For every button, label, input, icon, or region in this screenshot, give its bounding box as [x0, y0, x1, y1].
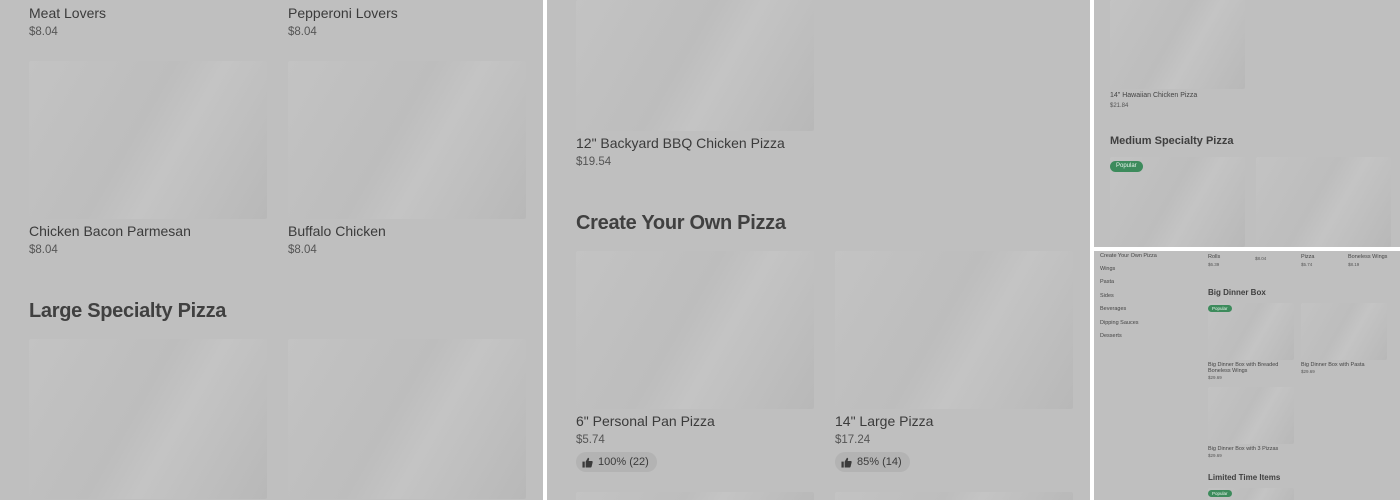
menu-item-image[interactable] — [29, 339, 267, 499]
thumbs-up-icon — [582, 457, 593, 468]
big-dinner-box-pasta-image[interactable] — [1301, 303, 1387, 360]
item-name[interactable]: 12" Backyard BBQ Chicken Pizza — [576, 135, 785, 151]
item-price: $8.04 — [29, 26, 58, 38]
item-name[interactable]: Boneless Wings — [1348, 254, 1387, 260]
item-name[interactable]: Rolls — [1208, 254, 1220, 260]
menu-item-image[interactable] — [835, 492, 1073, 500]
bbq-chicken-pizza-image[interactable] — [576, 0, 814, 131]
item-price: $19.54 — [576, 156, 612, 168]
menu-item-image[interactable] — [288, 339, 526, 499]
item-price: $21.84 — [1110, 103, 1129, 109]
item-price: $29.69 — [1301, 369, 1315, 374]
item-name[interactable]: Chicken Bacon Parmesan — [29, 223, 191, 239]
item-price: $8.04 — [288, 26, 317, 38]
item-name[interactable]: Big Dinner Box with Pasta — [1301, 362, 1365, 368]
sidebar-item-desserts[interactable]: Desserts — [1100, 333, 1122, 339]
menu-panel-middle: 12" Backyard BBQ Chicken Pizza $19.54 Cr… — [547, 0, 1090, 500]
rating-text: 85% (14) — [857, 456, 902, 468]
rating-pill: 85% (14) — [835, 452, 910, 472]
item-name[interactable]: 6" Personal Pan Pizza — [576, 413, 715, 429]
popular-badge: Popular — [1208, 305, 1232, 312]
sidebar-item-dipping-sauces[interactable]: Dipping Sauces — [1100, 320, 1139, 326]
section-title: Create Your Own Pizza — [576, 212, 786, 234]
item-price: $8.04 — [288, 244, 317, 256]
big-dinner-box-3-pizzas-image[interactable] — [1208, 387, 1294, 444]
section-title: Big Dinner Box — [1208, 288, 1266, 297]
item-price: $29.69 — [1208, 453, 1222, 458]
section-title: Limited Time Items — [1208, 473, 1281, 482]
item-name[interactable]: 14" Hawaiian Chicken Pizza — [1110, 92, 1197, 99]
section-title: Large Specialty Pizza — [29, 300, 227, 322]
item-name[interactable]: Buffalo Chicken — [288, 223, 386, 239]
item-price: $5.74 — [1301, 262, 1313, 267]
item-name[interactable]: Pizza — [1301, 254, 1314, 260]
popular-badge: Popular — [1208, 490, 1232, 497]
item-price: $6.39 — [1208, 262, 1220, 267]
sidebar-item-wings[interactable]: Wings — [1100, 266, 1115, 272]
sidebar-item-pasta[interactable]: Pasta — [1100, 279, 1114, 285]
chicken-bacon-parmesan-image[interactable] — [29, 61, 267, 219]
item-name[interactable]: Meat Lovers — [29, 5, 106, 21]
item-price: $5.74 — [576, 434, 605, 446]
menu-panel-top-right: 14" Hawaiian Chicken Pizza $21.84 Medium… — [1094, 0, 1400, 247]
section-title: Medium Specialty Pizza — [1110, 135, 1234, 147]
rating-text: 100% (22) — [598, 456, 649, 468]
sidebar-item-sides[interactable]: Sides — [1100, 293, 1114, 299]
item-price: $8.19 — [1348, 262, 1360, 267]
menu-panel-left: Meat Lovers $8.04 Pepperoni Lovers $8.04… — [0, 0, 543, 500]
item-price: $17.24 — [835, 434, 871, 446]
item-price: $8.04 — [1255, 256, 1267, 261]
thumbs-up-icon — [841, 457, 852, 468]
sidebar-item-beverages[interactable]: Beverages — [1100, 306, 1126, 312]
buffalo-chicken-image[interactable] — [288, 61, 526, 219]
popular-badge: Popular — [1110, 161, 1143, 172]
personal-pan-pizza-image[interactable] — [576, 251, 814, 409]
item-name-line2[interactable]: Boneless Wings — [1208, 368, 1247, 374]
item-price: $8.04 — [29, 244, 58, 256]
sidebar-item-create-your-own-pizza[interactable]: Create Your Own Pizza — [1100, 253, 1157, 259]
menu-item-image[interactable] — [1256, 157, 1391, 247]
item-name[interactable]: Pepperoni Lovers — [288, 5, 398, 21]
item-price: $29.69 — [1208, 375, 1222, 380]
menu-panel-bottom-right: Create Your Own Pizza Wings Pasta Sides … — [1094, 251, 1400, 500]
item-name[interactable]: Big Dinner Box with 3 Pizzas — [1208, 446, 1278, 452]
hawaiian-chicken-pizza-image[interactable] — [1110, 0, 1245, 89]
large-pizza-image[interactable] — [835, 251, 1073, 409]
menu-item-image[interactable] — [576, 492, 814, 500]
rating-pill: 100% (22) — [576, 452, 657, 472]
item-name[interactable]: 14" Large Pizza — [835, 413, 933, 429]
